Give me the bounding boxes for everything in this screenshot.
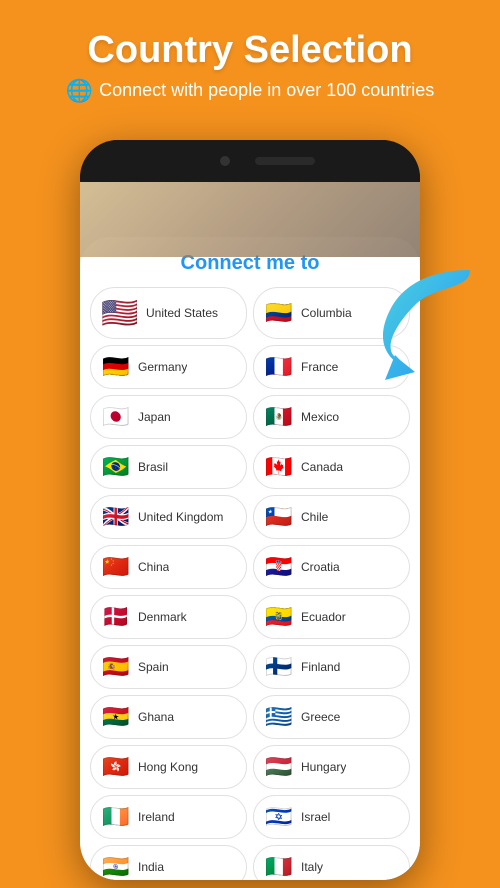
country-name: Croatia — [301, 560, 340, 574]
country-item[interactable]: 🇧🇷 Brasil — [90, 445, 247, 489]
country-flag: 🇨🇱 — [264, 502, 294, 532]
country-item[interactable]: 🇮🇹 Italy — [253, 845, 410, 880]
country-name: Spain — [138, 660, 169, 674]
country-item[interactable]: 🇫🇮 Finland — [253, 645, 410, 689]
country-flag: 🇨🇦 — [264, 452, 294, 482]
country-item[interactable]: 🇭🇰 Hong Kong — [90, 745, 247, 789]
country-flag: 🇯🇵 — [101, 402, 131, 432]
country-name: United Kingdom — [138, 510, 223, 524]
country-name: India — [138, 860, 164, 874]
country-name: Italy — [301, 860, 323, 874]
country-item[interactable]: 🇲🇽 Mexico — [253, 395, 410, 439]
country-flag: 🇮🇳 — [101, 852, 131, 880]
country-flag: 🇫🇮 — [264, 652, 294, 682]
country-name: France — [301, 360, 338, 374]
country-item[interactable]: 🇪🇨 Ecuador — [253, 595, 410, 639]
country-flag: 🇬🇭 — [101, 702, 131, 732]
country-name: United States — [146, 306, 218, 320]
country-name: Chile — [301, 510, 328, 524]
country-flag: 🇩🇰 — [101, 602, 131, 632]
country-flag: 🇭🇷 — [264, 552, 294, 582]
page-title: Country Selection — [20, 30, 480, 72]
country-flag: 🇭🇺 — [264, 752, 294, 782]
country-flag: 🇲🇽 — [264, 402, 294, 432]
country-name: Finland — [301, 660, 340, 674]
phone-speaker — [255, 157, 315, 165]
country-name: Greece — [301, 710, 340, 724]
country-name: Ghana — [138, 710, 174, 724]
country-flag: 🇭🇰 — [101, 752, 131, 782]
phone-frame: Connect me to 🇺🇸United States🇨🇴Columbia🇩… — [80, 140, 420, 880]
country-item[interactable]: 🇪🇸 Spain — [90, 645, 247, 689]
country-item[interactable]: 🇭🇷 Croatia — [253, 545, 410, 589]
country-name: Brasil — [138, 460, 168, 474]
screen-background — [80, 182, 420, 257]
country-name: Hungary — [301, 760, 346, 774]
country-flag: 🇬🇧 — [101, 502, 131, 532]
country-flag: 🇺🇸 — [101, 294, 139, 332]
country-flag: 🇮🇱 — [264, 802, 294, 832]
globe-icon: 🌐 — [66, 78, 93, 104]
country-flag: 🇧🇷 — [101, 452, 131, 482]
country-flag: 🇪🇸 — [101, 652, 131, 682]
country-flag: 🇫🇷 — [264, 352, 294, 382]
phone-top-bar — [80, 140, 420, 182]
header-subtitle: Connect with people in over 100 countrie… — [99, 80, 434, 101]
country-name: Germany — [138, 360, 187, 374]
country-item[interactable]: 🇬🇷 Greece — [253, 695, 410, 739]
country-name: Columbia — [301, 306, 352, 320]
country-item[interactable]: 🇬🇧 United Kingdom — [90, 495, 247, 539]
country-flag: 🇨🇳 — [101, 552, 131, 582]
country-name: Mexico — [301, 410, 339, 424]
country-flag: 🇨🇴 — [264, 298, 294, 328]
country-name: Denmark — [138, 610, 187, 624]
country-item[interactable]: 🇭🇺 Hungary — [253, 745, 410, 789]
country-item[interactable]: 🇮🇳 India — [90, 845, 247, 880]
country-name: Japan — [138, 410, 171, 424]
country-item[interactable]: 🇯🇵 Japan — [90, 395, 247, 439]
country-flag: 🇮🇪 — [101, 802, 131, 832]
country-item[interactable]: 🇩🇪 Germany — [90, 345, 247, 389]
country-item[interactable]: 🇨🇱 Chile — [253, 495, 410, 539]
country-item[interactable]: 🇨🇦 Canada — [253, 445, 410, 489]
country-name: China — [138, 560, 169, 574]
country-name: Hong Kong — [138, 760, 198, 774]
country-item[interactable]: 🇨🇳 China — [90, 545, 247, 589]
country-name: Ecuador — [301, 610, 346, 624]
country-flag: 🇬🇷 — [264, 702, 294, 732]
country-item[interactable]: 🇺🇸 United States — [90, 287, 247, 339]
country-item[interactable]: 🇮🇱 Israel — [253, 795, 410, 839]
arrow-decoration — [360, 260, 480, 385]
country-flag: 🇮🇹 — [264, 852, 294, 880]
country-name: Israel — [301, 810, 330, 824]
country-flag: 🇪🇨 — [264, 602, 294, 632]
country-item[interactable]: 🇩🇰 Denmark — [90, 595, 247, 639]
country-name: Ireland — [138, 810, 175, 824]
country-name: Canada — [301, 460, 343, 474]
header: Country Selection 🌐 Connect with people … — [0, 0, 500, 119]
country-item[interactable]: 🇮🇪 Ireland — [90, 795, 247, 839]
phone-mockup: Connect me to 🇺🇸United States🇨🇴Columbia🇩… — [80, 140, 420, 880]
phone-camera — [220, 156, 230, 166]
country-flag: 🇩🇪 — [101, 352, 131, 382]
country-item[interactable]: 🇬🇭 Ghana — [90, 695, 247, 739]
